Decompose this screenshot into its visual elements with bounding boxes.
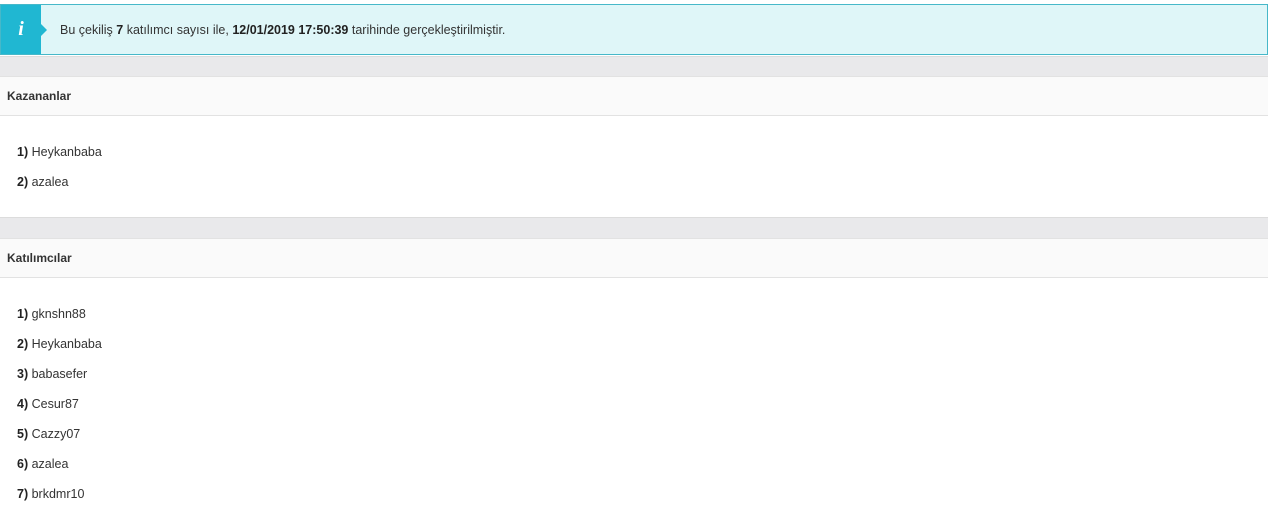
item-name: azalea — [31, 457, 69, 471]
item-number: 6) — [17, 457, 29, 471]
info-alert: i Bu çekiliş 7 katılımcı sayısı ile, 12/… — [0, 4, 1268, 55]
winners-list: 1) Heykanbaba 2) azalea — [17, 144, 102, 204]
item-name: Cazzy07 — [31, 427, 81, 441]
list-item: 5) Cazzy07 — [17, 426, 102, 456]
winners-heading: Kazananlar — [0, 76, 1268, 116]
item-number: 1) — [17, 145, 29, 159]
item-name: babasefer — [31, 367, 88, 381]
item-number: 4) — [17, 397, 29, 411]
alert-suffix: tarihinde gerçekleştirilmiştir. — [351, 22, 506, 37]
item-number: 3) — [17, 367, 29, 381]
item-number: 5) — [17, 427, 29, 441]
alert-middle: katılımcı sayısı ile, — [126, 22, 229, 37]
item-number: 7) — [17, 487, 29, 501]
list-item: 2) Heykanbaba — [17, 336, 102, 366]
list-item: 2) azalea — [17, 174, 102, 204]
item-number: 2) — [17, 337, 29, 351]
draw-datetime: 12/01/2019 17:50:39 — [232, 22, 349, 37]
section-gap — [0, 56, 1268, 77]
participants-list: 1) gknshn88 2) Heykanbaba 3) babasefer 4… — [17, 306, 102, 516]
alert-prefix: Bu çekiliş — [60, 22, 113, 37]
item-number: 2) — [17, 175, 29, 189]
item-name: brkdmr10 — [31, 487, 85, 501]
item-name: gknshn88 — [31, 307, 86, 321]
info-icon-glyph: i — [18, 18, 24, 40]
participant-count: 7 — [116, 22, 124, 37]
alert-message: Bu çekiliş 7 katılımcı sayısı ile, 12/01… — [60, 23, 505, 37]
item-name: Heykanbaba — [31, 337, 102, 351]
item-name: azalea — [31, 175, 69, 189]
list-item: 1) Heykanbaba — [17, 144, 102, 174]
list-item: 1) gknshn88 — [17, 306, 102, 336]
list-item: 7) brkdmr10 — [17, 486, 102, 516]
list-item: 3) babasefer — [17, 366, 102, 396]
participants-heading: Katılımcılar — [0, 238, 1268, 278]
info-icon: i — [1, 5, 47, 54]
item-number: 1) — [17, 307, 29, 321]
item-name: Heykanbaba — [31, 145, 102, 159]
item-name: Cesur87 — [31, 397, 79, 411]
list-item: 6) azalea — [17, 456, 102, 486]
section-gap — [0, 217, 1268, 239]
list-item: 4) Cesur87 — [17, 396, 102, 426]
